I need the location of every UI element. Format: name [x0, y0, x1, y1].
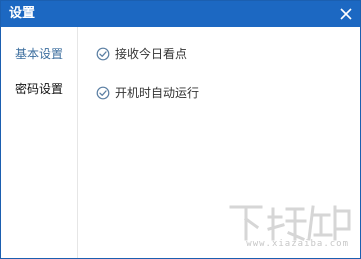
sidebar-item-label: 基本设置: [14, 47, 63, 61]
option-launch-on-startup[interactable]: 开机时自动运行: [96, 84, 199, 102]
watermark-url: www.xiazaiba.com: [246, 239, 349, 249]
window-title: 设置: [9, 6, 36, 21]
sidebar: 基本设置 密码设置: [1, 27, 78, 258]
option-label: 开机时自动运行: [115, 86, 200, 100]
close-icon: [338, 6, 354, 22]
sidebar-item-password-settings[interactable]: 密码设置: [1, 78, 77, 100]
sidebar-item-basic-settings[interactable]: 基本设置: [1, 43, 77, 65]
title-bar[interactable]: 设置: [1, 1, 360, 27]
check-circle-icon[interactable]: [96, 86, 110, 100]
watermark-logo: www.xiazaiba.com: [225, 199, 355, 251]
close-button[interactable]: [338, 6, 354, 22]
sidebar-item-label: 密码设置: [14, 82, 63, 96]
xiazaiba-logo-icon: [229, 205, 351, 241]
check-circle-icon[interactable]: [96, 47, 110, 61]
settings-window: 设置 基本设置 密码设置 接收今日看点 开机时自动运行 www.xiazaiba…: [0, 0, 361, 259]
option-label: 接收今日看点: [115, 47, 188, 61]
option-receive-daily-highlights[interactable]: 接收今日看点: [96, 45, 187, 63]
